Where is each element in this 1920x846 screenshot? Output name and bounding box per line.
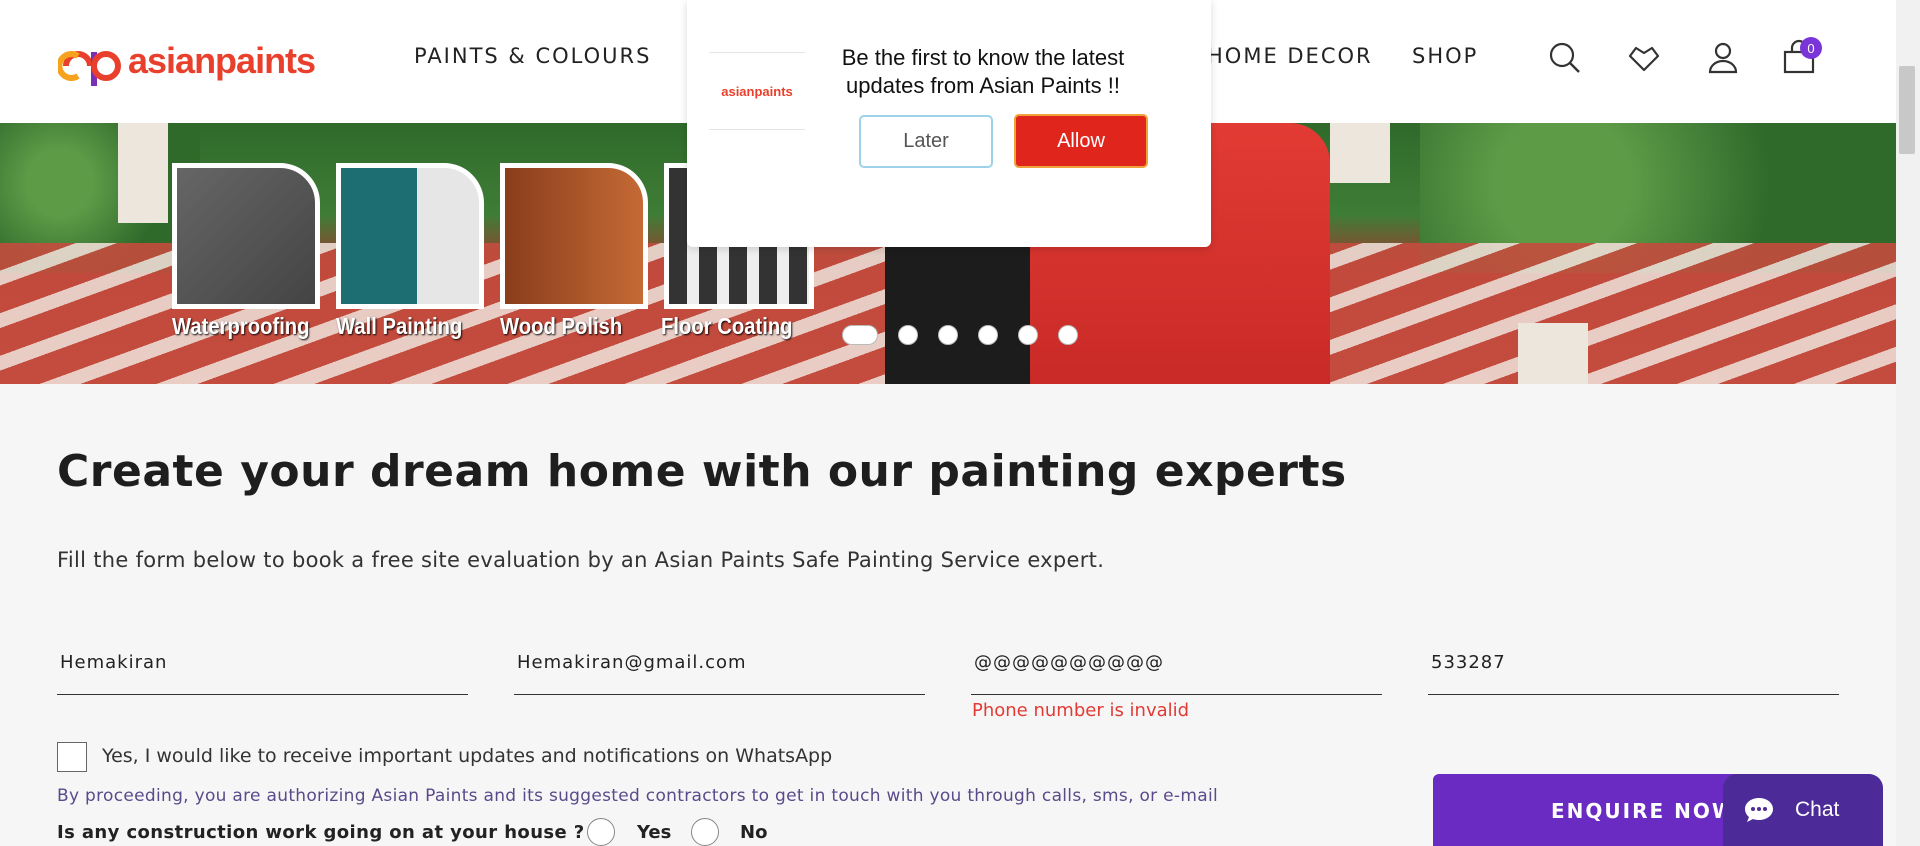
carousel-dot[interactable] — [978, 325, 998, 345]
whatsapp-checkbox[interactable] — [57, 742, 87, 772]
search-icon[interactable] — [1545, 38, 1585, 78]
service-thumb-wood-polish[interactable] — [500, 163, 648, 309]
service-caption: Floor Coating — [661, 313, 793, 339]
carousel-dot[interactable] — [1018, 325, 1038, 345]
banner-planter — [1518, 323, 1588, 384]
service-caption: Wall Painting — [336, 313, 463, 339]
pincode-field — [1428, 640, 1839, 695]
service-caption: Waterproofing — [172, 313, 310, 339]
name-input[interactable] — [57, 640, 468, 684]
pincode-input[interactable] — [1428, 640, 1839, 684]
banner-pillar — [118, 123, 168, 223]
nav-paints-colours[interactable]: PAINTS & COLOURS — [414, 44, 651, 68]
page-subtitle: Fill the form below to book a free site … — [57, 548, 1105, 572]
scrollbar-thumb[interactable] — [1899, 66, 1915, 154]
email-input[interactable] — [514, 640, 925, 684]
whatsapp-checkbox-label[interactable]: Yes, I would like to receive important u… — [102, 745, 832, 767]
carousel-dot[interactable] — [842, 325, 878, 345]
user-icon[interactable] — [1703, 38, 1743, 78]
brand-name: asianpaints — [128, 40, 316, 81]
name-field — [57, 640, 468, 695]
consent-text: By proceeding, you are authorizing Asian… — [57, 786, 1218, 806]
service-thumb-wall-painting[interactable] — [336, 163, 484, 309]
later-button[interactable]: Later — [859, 115, 993, 168]
phone-field — [971, 640, 1382, 695]
service-caption: Wood Polish — [500, 313, 623, 339]
carousel-dots — [842, 325, 1078, 345]
chat-bubble-icon — [1745, 798, 1773, 822]
page-title: Create your dream home with our painting… — [57, 446, 1347, 497]
allow-button[interactable]: Allow — [1014, 114, 1148, 168]
logo-mark-icon — [58, 51, 122, 86]
enquire-now-label: ENQUIRE NOW — [1551, 799, 1736, 823]
nav-home-decor[interactable]: HOME DECOR — [1207, 44, 1373, 68]
cart-count-badge: 0 — [1800, 37, 1822, 59]
construction-question: Is any construction work going on at you… — [57, 822, 585, 843]
construction-yes-label[interactable]: Yes — [637, 822, 671, 843]
notification-popup: asianpaints Be the first to know the lat… — [687, 0, 1211, 247]
carousel-dot[interactable] — [938, 325, 958, 345]
popup-logo: asianpaints — [709, 52, 805, 130]
popup-message: Be the first to know the latest updates … — [841, 45, 1125, 98]
phone-input[interactable] — [971, 640, 1382, 684]
service-thumb-waterproofing[interactable] — [172, 163, 320, 309]
construction-no-label[interactable]: No — [740, 822, 767, 843]
chat-button[interactable]: Chat — [1723, 774, 1883, 846]
phone-error-message: Phone number is invalid — [972, 700, 1190, 721]
wishlist-icon[interactable] — [1624, 38, 1664, 78]
asianpaints-logo[interactable]: asianpaints — [58, 36, 316, 86]
construction-yes-radio[interactable] — [587, 818, 615, 846]
carousel-dot[interactable] — [898, 325, 918, 345]
popup-brand: asianpaints — [721, 83, 793, 99]
banner-pillar — [1330, 123, 1390, 183]
chat-label: Chat — [1795, 798, 1840, 821]
construction-no-radio[interactable] — [691, 818, 719, 846]
email-field — [514, 640, 925, 695]
carousel-dot[interactable] — [1058, 325, 1078, 345]
nav-shop[interactable]: SHOP — [1412, 44, 1478, 68]
